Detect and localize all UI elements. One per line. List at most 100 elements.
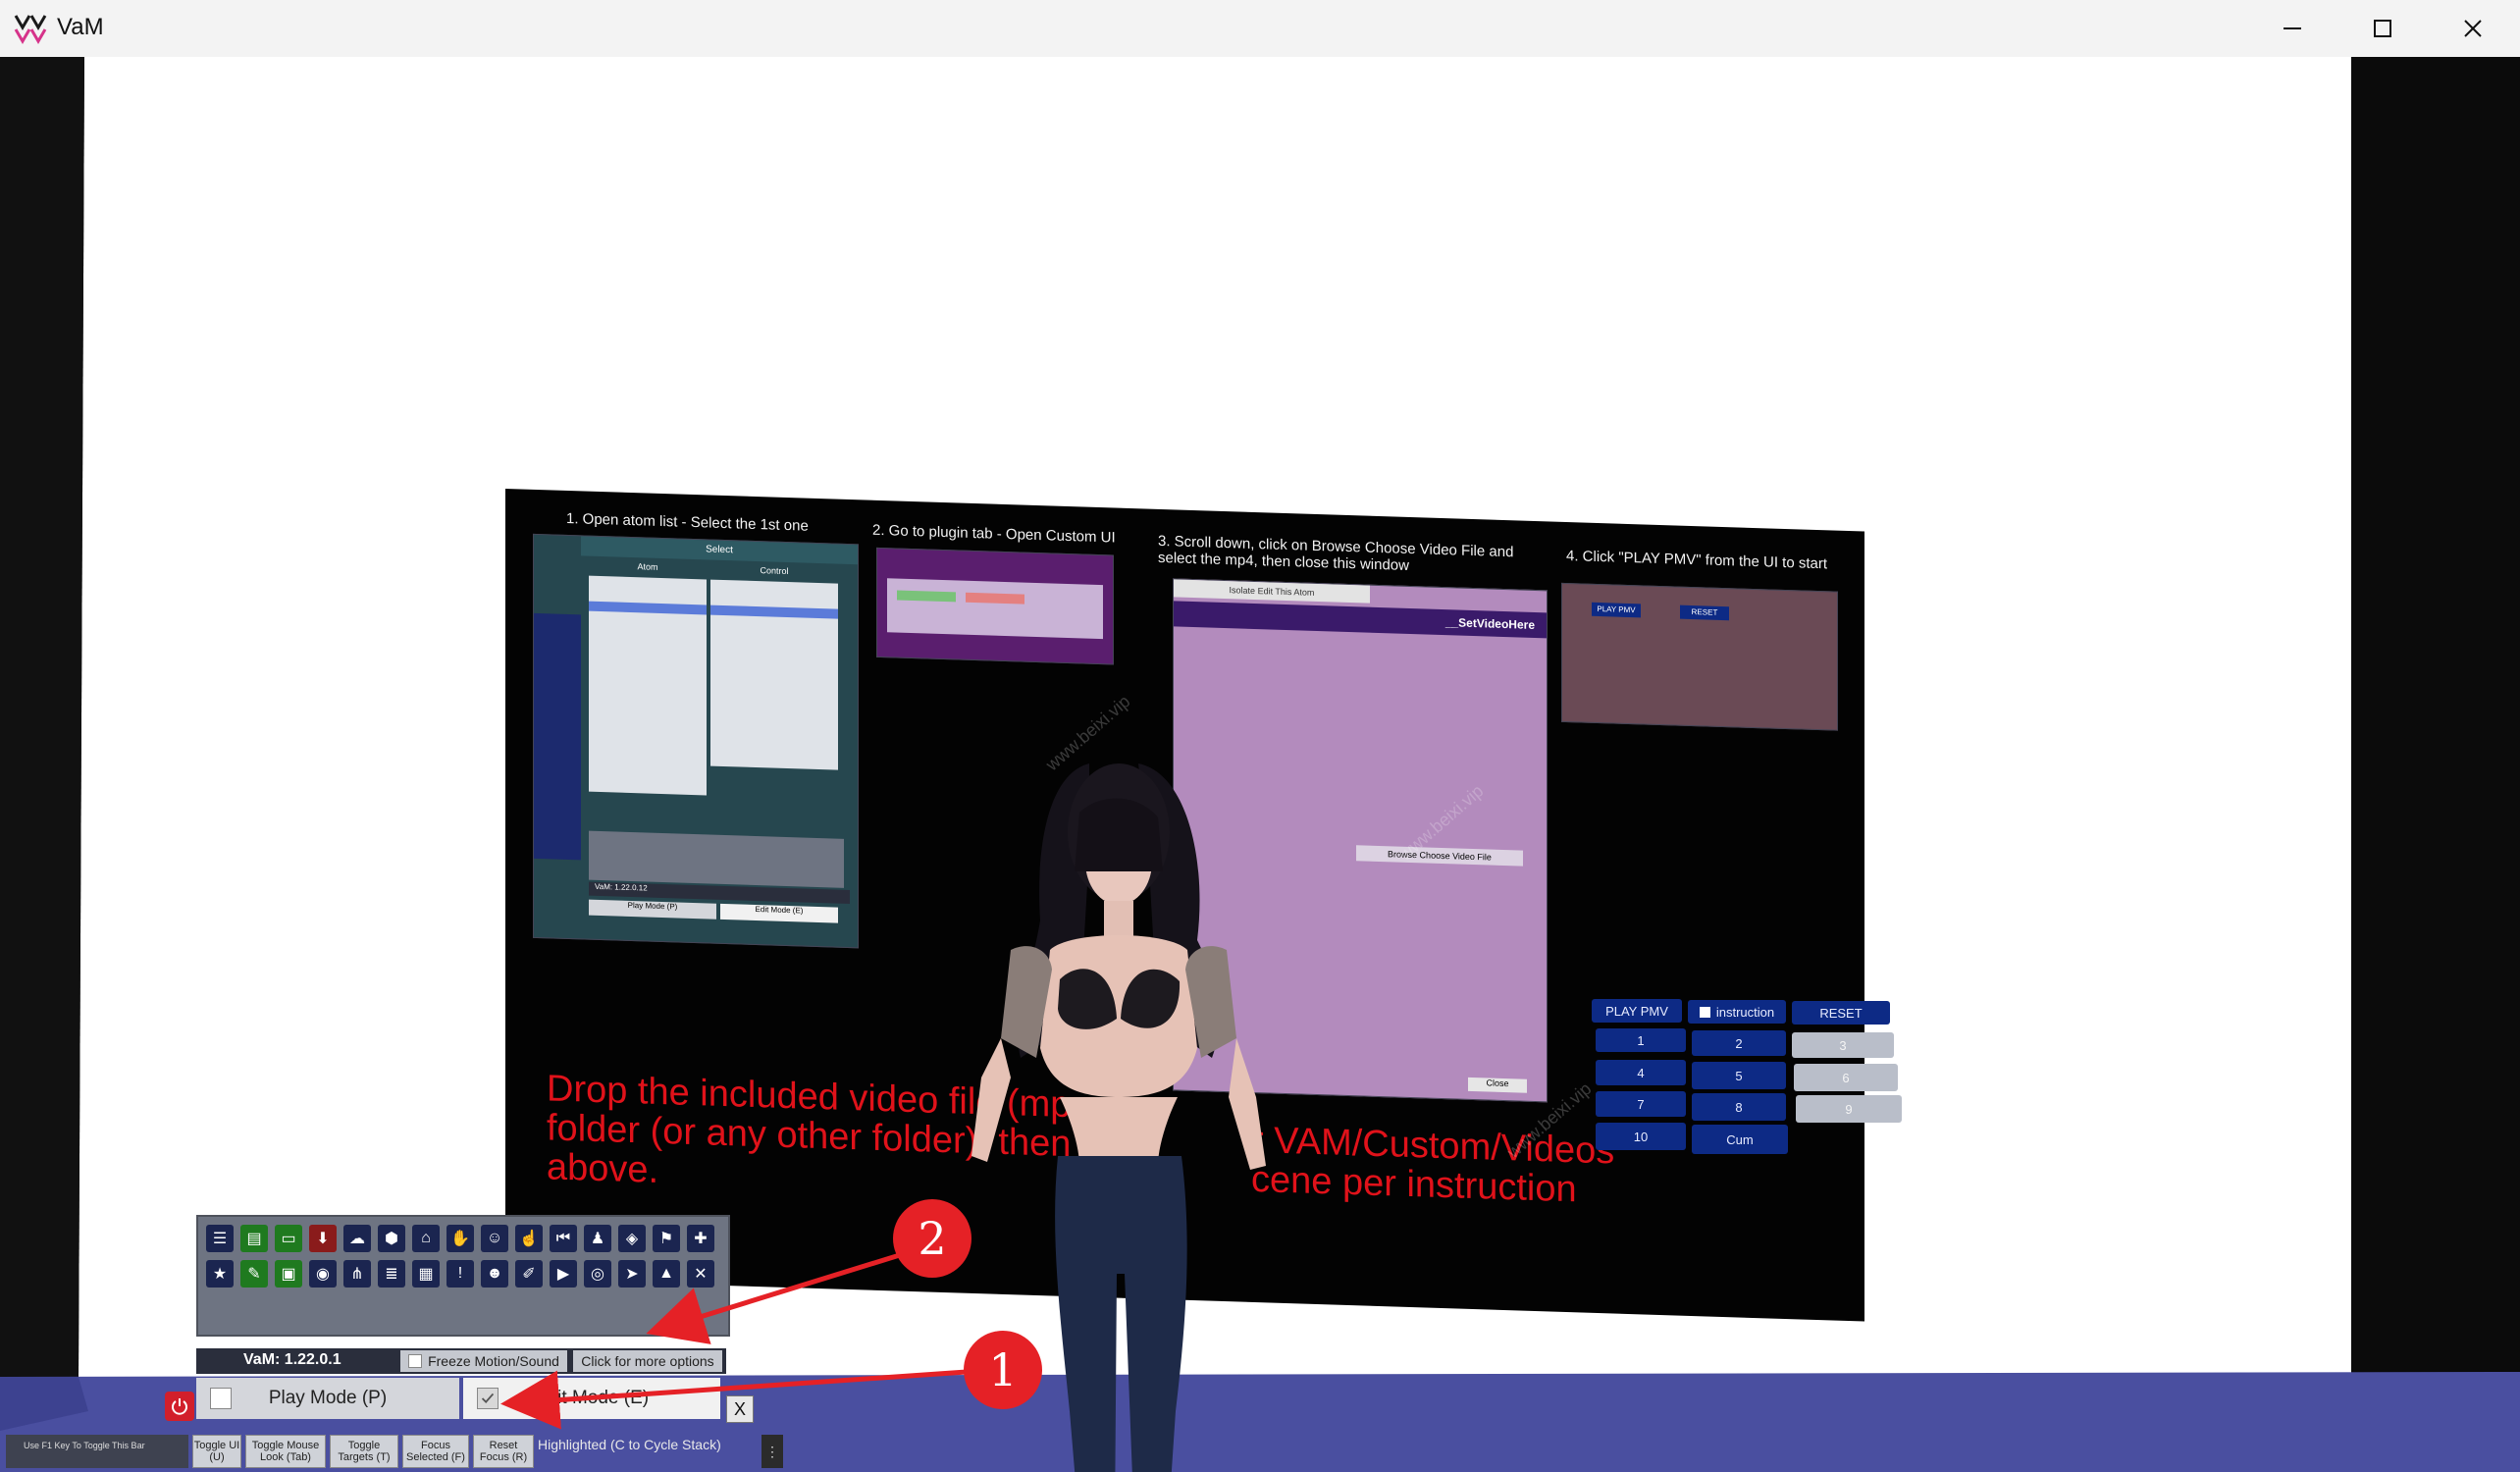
- step-4-title: 4. Click "PLAY PMV" from the UI to start: [1566, 547, 1828, 573]
- version-bar: VaM: 1.22.0.1 Freeze Motion/Sound Click …: [196, 1348, 726, 1374]
- unity-icon[interactable]: ◈: [618, 1225, 646, 1252]
- checkmark-icon: [481, 1393, 495, 1403]
- play-pmv-button[interactable]: PLAY PMV: [1592, 999, 1682, 1023]
- play-mode-checkbox[interactable]: [210, 1388, 232, 1409]
- hand-icon[interactable]: ✋: [446, 1225, 474, 1252]
- minimize-icon: [2284, 27, 2301, 29]
- thumb3-browse: Browse Choose Video File: [1356, 845, 1523, 867]
- maximize-button[interactable]: [2337, 0, 2428, 57]
- plus-icon[interactable]: ✚: [687, 1225, 714, 1252]
- thumb4-play: PLAY PMV: [1592, 602, 1641, 618]
- pmv-button-6[interactable]: 6: [1794, 1064, 1898, 1091]
- tools-icon[interactable]: ✕: [687, 1260, 714, 1288]
- thumb3-isolate: Isolate Edit This Atom: [1174, 579, 1370, 604]
- star-icon[interactable]: ★: [206, 1260, 234, 1288]
- pmv-button-8[interactable]: 8: [1692, 1093, 1786, 1121]
- thumb1-edit: Edit Mode (E): [720, 903, 838, 923]
- nodes-icon[interactable]: ⋔: [343, 1260, 371, 1288]
- close-button[interactable]: [2428, 0, 2518, 57]
- menu-icon[interactable]: ☰: [206, 1225, 234, 1252]
- instruction-checkbox[interactable]: [1699, 1006, 1710, 1018]
- step-2-title: 2. Go to plugin tab - Open Custom UI: [872, 521, 1116, 547]
- save-icon[interactable]: ⬇: [309, 1225, 337, 1252]
- pointer-hand-icon[interactable]: ☝: [515, 1225, 543, 1252]
- reset-focus-button[interactable]: Reset Focus (R): [473, 1435, 534, 1468]
- pmv-button-4[interactable]: 4: [1596, 1060, 1686, 1085]
- window-title: VaM: [57, 14, 104, 40]
- pmv-button-7[interactable]: 7: [1596, 1091, 1686, 1117]
- instruction-toggle[interactable]: instruction: [1688, 1000, 1786, 1024]
- camera-icon[interactable]: ◉: [309, 1260, 337, 1288]
- reset-button[interactable]: RESET: [1792, 1001, 1890, 1025]
- power-icon: [172, 1398, 187, 1415]
- pmv-button-3[interactable]: 3: [1792, 1032, 1894, 1058]
- minimize-button[interactable]: [2247, 0, 2337, 57]
- toolbar-close-button[interactable]: X: [726, 1395, 754, 1423]
- skip-back-icon[interactable]: ⏮: [550, 1225, 577, 1252]
- pmv-button-1[interactable]: 1: [1596, 1028, 1686, 1052]
- target-icon[interactable]: ◎: [584, 1260, 611, 1288]
- edit-mode-button[interactable]: Edit Mode (E): [463, 1378, 720, 1419]
- play-mode-label: Play Mode (P): [268, 1388, 388, 1408]
- thumbnail-atom-list: Select Atom Control VaM: 1.22.0.12 Play …: [533, 533, 859, 949]
- edit-mode-label: Edit Mode (E): [534, 1388, 650, 1408]
- bottom-bar: Use F1 Key To Toggle This Bar Toggle UI …: [0, 1431, 785, 1472]
- pmv-button-9[interactable]: 9: [1796, 1095, 1902, 1123]
- version-label: VaM: 1.22.0.1: [243, 1351, 341, 1368]
- person-icon[interactable]: ♟: [584, 1225, 611, 1252]
- highlighted-hint: Highlighted (C to Cycle Stack): [538, 1437, 721, 1452]
- play-icon[interactable]: ▶: [550, 1260, 577, 1288]
- thumb1-control-col: Control: [760, 565, 789, 577]
- pmv-button-2[interactable]: 2: [1692, 1030, 1786, 1056]
- paint-icon[interactable]: ✐: [515, 1260, 543, 1288]
- step-1-title: 1. Open atom list - Select the 1st one: [566, 509, 809, 535]
- step-3-title: 3. Scroll down, click on Browse Choose V…: [1158, 532, 1514, 574]
- annotation-marker-2: 2: [893, 1199, 971, 1278]
- package-icon[interactable]: ⌂: [412, 1225, 440, 1252]
- f1-tip: Use F1 Key To Toggle This Bar: [6, 1435, 188, 1468]
- scene-open-icon[interactable]: ▤: [240, 1225, 268, 1252]
- freeze-checkbox[interactable]: [408, 1354, 423, 1368]
- thumbnail-plugin-tab: [876, 547, 1114, 665]
- freeze-motion-button[interactable]: Freeze Motion/Sound: [400, 1350, 567, 1372]
- camera-folder-icon[interactable]: ▣: [275, 1260, 302, 1288]
- edit-scene-icon[interactable]: ✎: [240, 1260, 268, 1288]
- thumbnail-play-pmv: PLAY PMV RESET: [1561, 582, 1838, 731]
- toggle-mouse-look-button[interactable]: Toggle Mouse Look (Tab): [245, 1435, 326, 1468]
- cum-button[interactable]: Cum: [1692, 1125, 1788, 1154]
- pmv-button-10[interactable]: 10: [1596, 1123, 1686, 1150]
- flag-icon[interactable]: ⚑: [653, 1225, 680, 1252]
- pmv-button-5[interactable]: 5: [1692, 1062, 1786, 1089]
- document-icon[interactable]: ▦: [412, 1260, 440, 1288]
- alert-icon[interactable]: !: [446, 1260, 474, 1288]
- window-titlebar: VaM: [0, 0, 2520, 58]
- drop-video-instruction-cont: r VAM/Custom/Videos cene per instruction: [1251, 1120, 1615, 1211]
- user-edit-icon[interactable]: ☻: [481, 1260, 508, 1288]
- mode-row: Play Mode (P) Edit Mode (E) X: [196, 1378, 756, 1423]
- mountain-icon[interactable]: ▲: [653, 1260, 680, 1288]
- edit-mode-checkbox[interactable]: [477, 1388, 499, 1409]
- cube-icon[interactable]: ⬢: [378, 1225, 405, 1252]
- thumb1-play: Play Mode (P): [589, 899, 716, 920]
- quit-button[interactable]: [165, 1392, 194, 1421]
- more-options-button[interactable]: Click for more options: [573, 1350, 722, 1372]
- layers-icon[interactable]: ≣: [378, 1260, 405, 1288]
- person-hand-icon[interactable]: ☺: [481, 1225, 508, 1252]
- thumb1-atom-col: Atom: [637, 561, 658, 572]
- toggle-ui-button[interactable]: Toggle UI (U): [192, 1435, 241, 1468]
- folder-icon[interactable]: ▭: [275, 1225, 302, 1252]
- close-icon: [2464, 20, 2482, 37]
- thumb4-reset: RESET: [1680, 605, 1729, 621]
- focus-selected-button[interactable]: Focus Selected (F): [402, 1435, 469, 1468]
- instruction-label: instruction: [1715, 1004, 1775, 1020]
- bottom-bar-more-button[interactable]: ⋮: [761, 1435, 783, 1468]
- play-mode-button[interactable]: Play Mode (P): [196, 1378, 459, 1419]
- annotation-marker-1: 1: [964, 1331, 1042, 1409]
- thumb3-title: __SetVideoHere: [1174, 601, 1547, 639]
- maximize-icon: [2374, 20, 2391, 37]
- select-cursor-icon[interactable]: ➤: [618, 1260, 646, 1288]
- cloud-icon[interactable]: ☁: [343, 1225, 371, 1252]
- toggle-targets-button[interactable]: Toggle Targets (T): [330, 1435, 398, 1468]
- freeze-label: Freeze Motion/Sound: [428, 1353, 559, 1369]
- vam-logo-icon: [14, 15, 47, 44]
